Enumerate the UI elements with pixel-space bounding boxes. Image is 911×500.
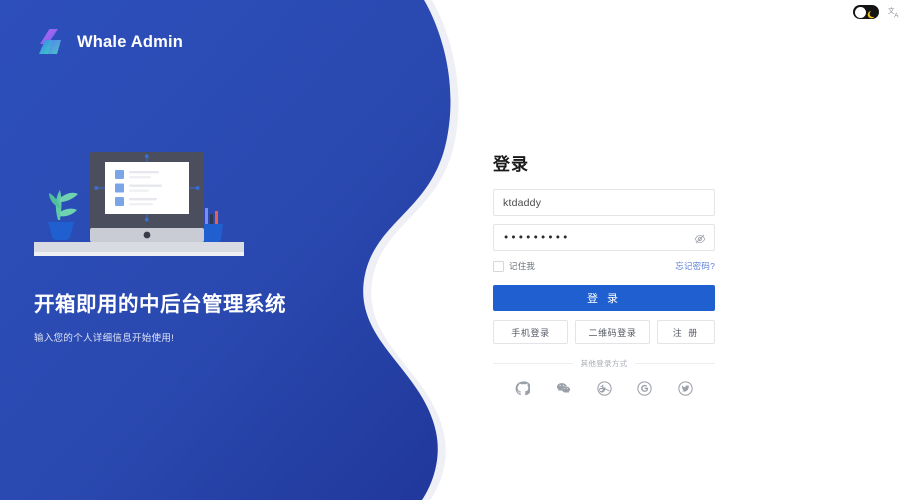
phone-login-button[interactable]: 手机登录 xyxy=(493,320,568,344)
dark-mode-toggle[interactable] xyxy=(853,5,879,19)
hero-text: 开箱即用的中后台管理系统 输入您的个人详细信息开始使用! xyxy=(34,292,374,344)
wechat-icon[interactable] xyxy=(556,381,571,396)
topbar-controls: 文 A xyxy=(853,4,903,20)
username-field[interactable]: ktdaddy xyxy=(493,189,715,216)
divider-line-left xyxy=(493,363,573,364)
login-title: 登录 xyxy=(493,155,529,174)
translate-icon[interactable]: 文 A xyxy=(887,4,903,20)
login-form: 登录 ktdaddy ••••••••• 记住我 忘记密码? 登 录 手机登录 … xyxy=(493,150,715,396)
password-value: ••••••••• xyxy=(503,231,570,244)
remember-me-label: 记住我 xyxy=(509,261,536,271)
google-icon[interactable] xyxy=(637,381,652,396)
page-title: 开箱即用的中后台管理系统 xyxy=(34,293,286,316)
brand: Whale Admin xyxy=(36,27,183,57)
page-subtitle: 输入您的个人详细信息开始使用! xyxy=(34,332,175,344)
toggle-knob xyxy=(854,6,866,18)
remember-row: 记住我 忘记密码? xyxy=(493,259,715,273)
divider-label: 其他登录方式 xyxy=(580,359,628,368)
eye-slash-icon[interactable] xyxy=(694,232,706,244)
qrcode-login-button[interactable]: 二维码登录 xyxy=(575,320,650,344)
other-login-divider: 其他登录方式 xyxy=(493,358,715,369)
register-button[interactable]: 注 册 xyxy=(657,320,715,344)
desktop-workstation-illustration-icon xyxy=(34,140,244,270)
svg-text:A: A xyxy=(894,12,899,19)
login-page: Whale Admin 开箱即用的中后台管理系统 输入您的个人详细信息开始使用!… xyxy=(0,0,911,500)
login-submit-button[interactable]: 登 录 xyxy=(493,285,715,311)
whale-admin-logo-icon xyxy=(36,27,66,57)
alt-login-buttons: 手机登录 二维码登录 注 册 xyxy=(493,320,715,344)
checkbox-box xyxy=(493,260,504,272)
divider-line-right xyxy=(635,363,715,364)
twitter-icon[interactable] xyxy=(678,381,693,396)
moon-icon xyxy=(867,7,877,19)
password-field[interactable]: ••••••••• xyxy=(493,224,715,251)
username-value: ktdaddy xyxy=(503,196,542,209)
alipay-icon[interactable] xyxy=(596,381,612,396)
social-login-row xyxy=(493,381,715,396)
forgot-password-link[interactable]: 忘记密码? xyxy=(675,260,715,272)
github-icon[interactable] xyxy=(515,381,532,396)
remember-me-checkbox[interactable]: 记住我 xyxy=(493,260,535,272)
brand-name: Whale Admin xyxy=(77,32,184,51)
